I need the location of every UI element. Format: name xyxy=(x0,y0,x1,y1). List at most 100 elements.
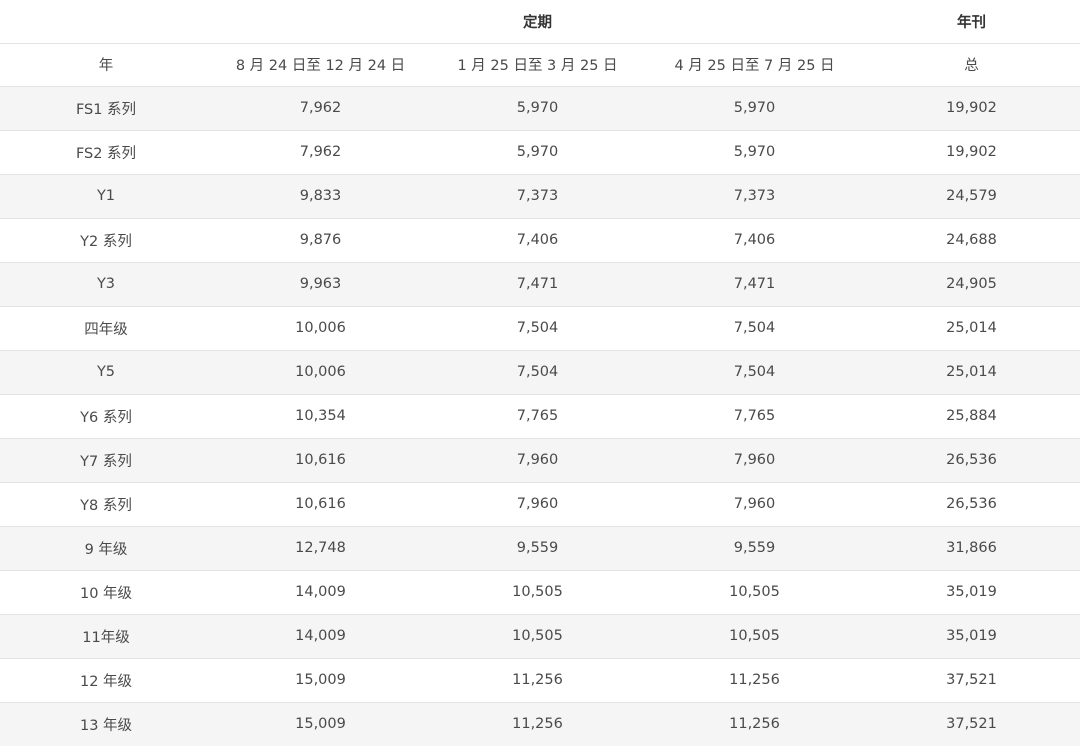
cell-total: 31,866 xyxy=(946,540,997,556)
cell-term2: 11,256 xyxy=(512,672,563,688)
table-row: 四年级 10,006 7,504 7,504 25,014 xyxy=(0,306,1080,350)
cell-term3: 11,256 xyxy=(729,716,780,733)
cell-term3: 9,559 xyxy=(733,540,776,556)
cell-term1: 14,009 xyxy=(295,584,346,600)
cell-term2: 7,960 xyxy=(516,452,559,468)
table-row: 9 年级 12,748 9,559 9,559 31,866 xyxy=(0,526,1080,570)
cell-term3: 5,970 xyxy=(733,144,776,160)
column-header-year: 年 xyxy=(98,58,114,74)
cell-term2: 5,970 xyxy=(516,144,559,160)
cell-year: 四年级 xyxy=(84,321,128,338)
cell-term2: 10,505 xyxy=(512,584,563,600)
cell-term3: 5,970 xyxy=(733,100,776,116)
cell-year: 9 年级 xyxy=(84,541,128,558)
cell-term3: 7,765 xyxy=(733,408,776,424)
cell-total: 35,019 xyxy=(946,628,997,644)
cell-term2: 10,505 xyxy=(512,628,563,644)
cell-year: Y3 xyxy=(96,276,116,292)
cell-term3: 7,471 xyxy=(733,276,776,292)
table-row: Y3 9,963 7,471 7,471 24,905 xyxy=(0,262,1080,306)
group-header-annual: 年刊 xyxy=(957,14,986,31)
cell-year: Y8 系列 xyxy=(80,497,132,514)
cell-term1: 9,963 xyxy=(299,276,342,292)
table-row: Y5 10,006 7,504 7,504 25,014 xyxy=(0,350,1080,394)
cell-term3: 10,505 xyxy=(729,628,780,644)
group-header-cell xyxy=(212,0,429,43)
cell-term1: 12,748 xyxy=(295,540,346,556)
cell-year: Y7 系列 xyxy=(80,453,132,470)
cell-term3: 7,406 xyxy=(733,232,776,248)
cell-term2: 7,960 xyxy=(516,496,559,512)
cell-term2: 5,970 xyxy=(516,100,559,116)
cell-year: Y5 xyxy=(96,364,116,380)
cell-term3: 7,504 xyxy=(733,364,776,380)
group-header-row: 定期 年刊 xyxy=(0,0,1080,43)
cell-total: 35,019 xyxy=(946,584,997,600)
cell-total: 19,902 xyxy=(946,100,997,116)
cell-term1: 15,009 xyxy=(295,716,346,733)
cell-term1: 10,006 xyxy=(295,364,346,380)
cell-year: 11年级 xyxy=(82,629,130,646)
cell-term2: 9,559 xyxy=(516,540,559,556)
cell-term2: 7,765 xyxy=(516,408,559,424)
table-row: 11年级 14,009 10,505 10,505 35,019 xyxy=(0,614,1080,658)
cell-term1: 10,616 xyxy=(295,496,346,512)
cell-term3: 10,505 xyxy=(729,584,780,600)
cell-term3: 7,504 xyxy=(733,320,776,336)
table-row: 10 年级 14,009 10,505 10,505 35,019 xyxy=(0,570,1080,614)
cell-term1: 14,009 xyxy=(295,628,346,644)
group-header-regular: 定期 xyxy=(523,14,552,31)
cell-year: Y1 xyxy=(96,188,116,204)
cell-total: 37,521 xyxy=(946,716,997,733)
cell-term3: 11,256 xyxy=(729,672,780,688)
cell-term1: 15,009 xyxy=(295,672,346,688)
table-row: 12 年级 15,009 11,256 11,256 37,521 xyxy=(0,658,1080,702)
cell-total: 25,884 xyxy=(946,408,997,424)
cell-year: Y2 系列 xyxy=(80,233,132,250)
table-row: Y7 系列 10,616 7,960 7,960 26,536 xyxy=(0,438,1080,482)
cell-year: 12 年级 xyxy=(79,673,133,690)
cell-term2: 7,373 xyxy=(516,188,559,204)
column-header-term1: 8 月 24 日至 12 月 24 日 xyxy=(235,58,406,74)
cell-total: 26,536 xyxy=(946,452,997,468)
cell-term2: 11,256 xyxy=(512,716,563,733)
table-header: 定期 年刊 年 8 月 24 日至 12 月 24 日 1 月 25 日至 3 … xyxy=(0,0,1080,86)
cell-term1: 9,833 xyxy=(299,188,342,204)
table-row: Y6 系列 10,354 7,765 7,765 25,884 xyxy=(0,394,1080,438)
cell-term1: 10,006 xyxy=(295,320,346,336)
cell-term1: 10,616 xyxy=(295,452,346,468)
cell-term1: 10,354 xyxy=(295,408,346,424)
group-header-cell xyxy=(646,0,863,43)
column-header-total: 总 xyxy=(964,58,979,74)
group-header-cell xyxy=(0,0,212,43)
cell-term3: 7,373 xyxy=(733,188,776,204)
table-body: FS1 系列 7,962 5,970 5,970 19,902 FS2 系列 7,962 5,… xyxy=(0,86,1080,746)
cell-term1: 7,962 xyxy=(299,144,342,160)
column-header-term3: 4 月 25 日至 7 月 25 日 xyxy=(674,58,835,74)
table-row: Y2 系列 9,876 7,406 7,406 24,688 xyxy=(0,218,1080,262)
table-row: Y8 系列 10,616 7,960 7,960 26,536 xyxy=(0,482,1080,526)
cell-term3: 7,960 xyxy=(733,452,776,468)
table-row: FS2 系列 7,962 5,970 5,970 19,902 xyxy=(0,130,1080,174)
cell-term2: 7,504 xyxy=(516,320,559,336)
cell-term1: 9,876 xyxy=(299,232,342,248)
table-row: FS1 系列 7,962 5,970 5,970 19,902 xyxy=(0,86,1080,130)
cell-term2: 7,471 xyxy=(516,276,559,292)
table-row: Y1 9,833 7,373 7,373 24,579 xyxy=(0,174,1080,218)
cell-total: 25,014 xyxy=(946,364,997,380)
cell-total: 24,579 xyxy=(946,188,997,204)
cell-total: 37,521 xyxy=(946,672,997,688)
cell-year: Y6 系列 xyxy=(80,409,132,426)
cell-year: FS1 系列 xyxy=(75,101,137,118)
cell-year: FS2 系列 xyxy=(75,145,137,162)
cell-total: 25,014 xyxy=(946,320,997,336)
cell-year: 13 年级 xyxy=(79,717,133,734)
cell-total: 26,536 xyxy=(946,496,997,512)
column-header-term2: 1 月 25 日至 3 月 25 日 xyxy=(457,58,618,74)
cell-term3: 7,960 xyxy=(733,496,776,512)
cell-total: 19,902 xyxy=(946,144,997,160)
cell-term1: 7,962 xyxy=(299,100,342,116)
fee-table: 定期 年刊 年 8 月 24 日至 12 月 24 日 1 月 25 日至 3 … xyxy=(0,0,1080,746)
cell-term2: 7,504 xyxy=(516,364,559,380)
table-row: 13 年级 15,009 11,256 11,256 37,521 xyxy=(0,702,1080,746)
